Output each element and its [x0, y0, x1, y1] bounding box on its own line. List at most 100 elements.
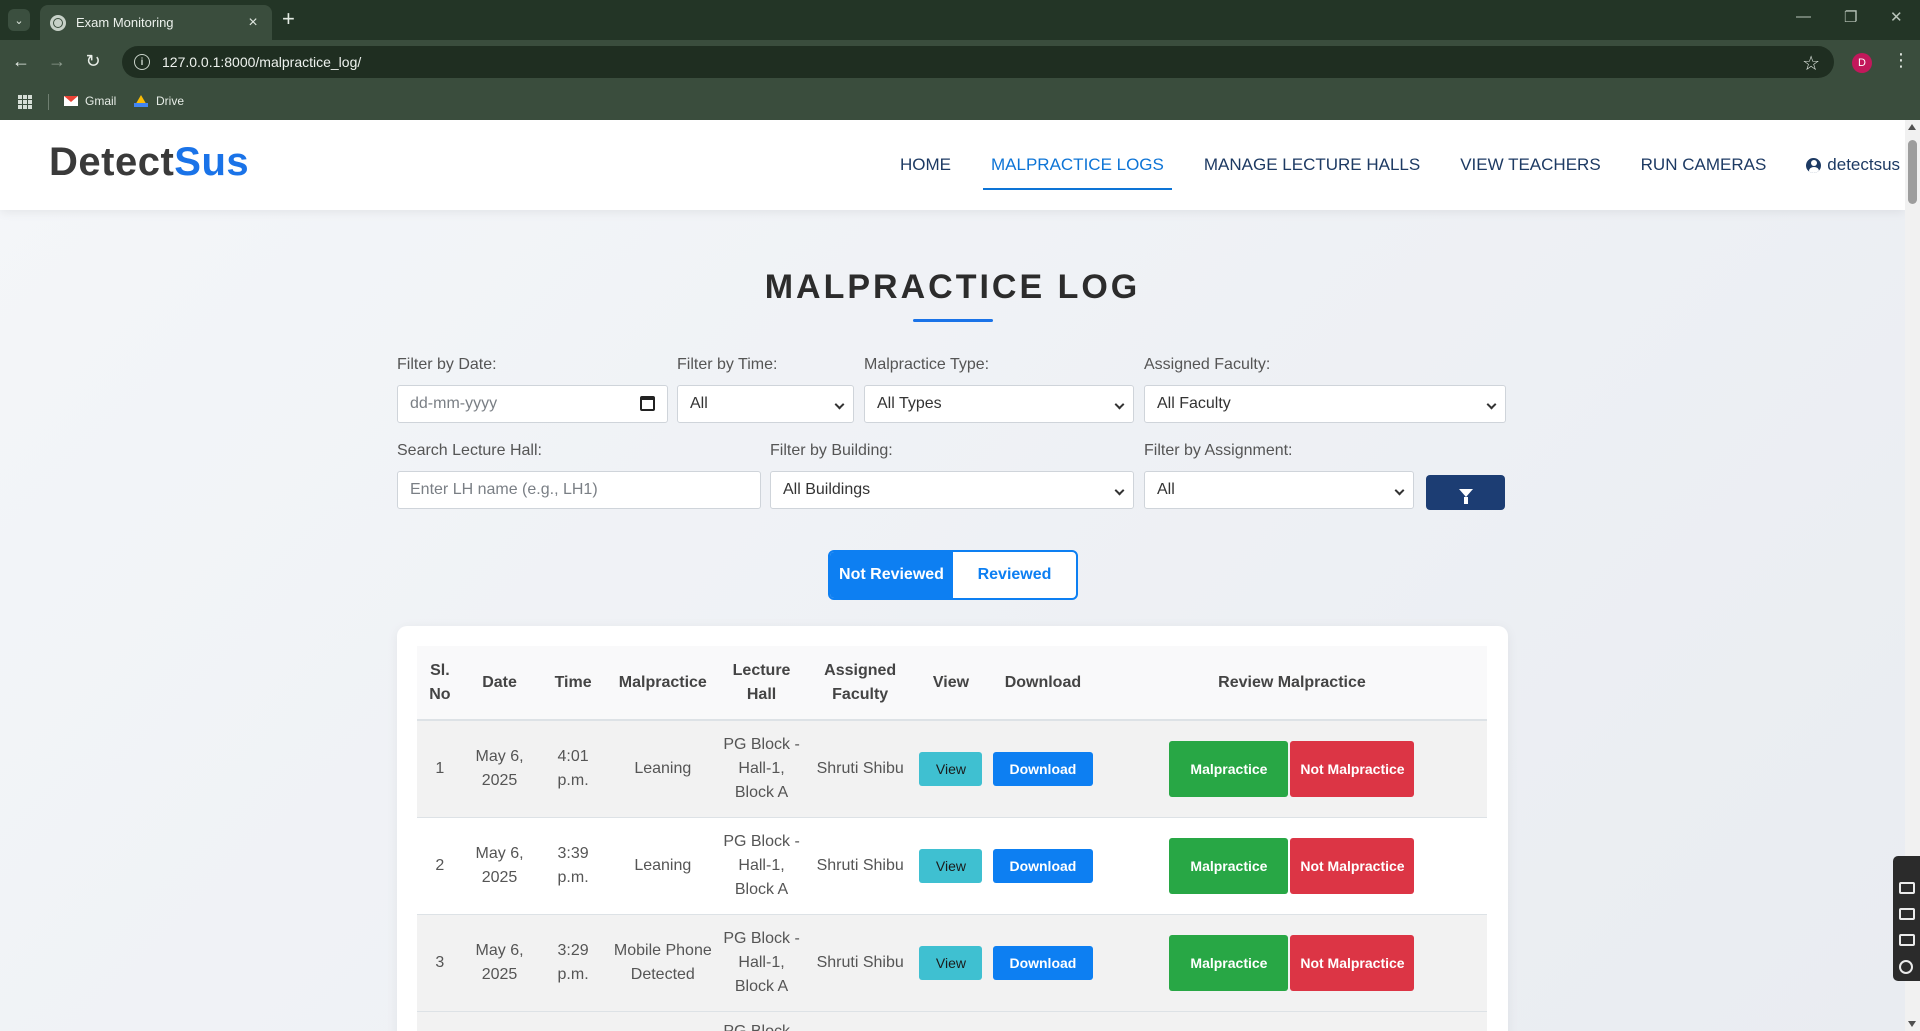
cell-faculty: Shruti Shibu	[807, 720, 913, 818]
table-row-partial: PG Block -	[417, 1011, 1487, 1031]
bookmarks-divider	[48, 94, 49, 110]
url-text: 127.0.0.1:8000/malpractice_log/	[162, 54, 362, 70]
hall-search-label: Search Lecture Hall:	[397, 442, 542, 459]
mark-malpractice-button[interactable]: Malpractice	[1169, 934, 1289, 991]
new-tab-icon[interactable]: +	[282, 8, 295, 30]
calendar-icon[interactable]	[640, 396, 655, 411]
assignment-filter-select[interactable]: All	[1144, 471, 1414, 509]
browser-toolbar: ← → ↻ i 127.0.0.1:8000/malpractice_log/ …	[0, 40, 1920, 84]
tab-search-chevron-icon[interactable]: ⌄	[8, 9, 30, 31]
mark-malpractice-button[interactable]: Malpractice	[1169, 740, 1289, 797]
chevron-down-icon	[1394, 485, 1405, 496]
bookmark-label: Gmail	[85, 94, 117, 108]
col-header-time: Time	[536, 646, 610, 721]
reviewed-tab[interactable]: Reviewed	[953, 552, 1076, 598]
filter-funnel-icon	[1458, 488, 1473, 504]
malpractice-table: Sl. No Date Time Malpractice Lecture Hal…	[417, 646, 1487, 1031]
type-filter-label: Malpractice Type:	[864, 356, 990, 373]
nav-manage-lecture-halls[interactable]: MANAGE LECTURE HALLS	[1204, 120, 1420, 210]
cell-malpractice: Mobile Phone Detected	[609, 914, 716, 1012]
address-bar[interactable]: i 127.0.0.1:8000/malpractice_log/ ☆	[122, 46, 1834, 78]
user-menu-dropdown[interactable]: detectsus	[1806, 155, 1905, 175]
tab-title: Exam Monitoring	[76, 15, 174, 30]
browser-menu-icon[interactable]: ⋮	[1892, 50, 1910, 71]
scroll-up-icon[interactable]	[1908, 124, 1916, 130]
globe-icon	[50, 14, 66, 31]
bookmark-drive[interactable]: Drive	[134, 94, 184, 108]
mark-not-malpractice-button[interactable]: Not Malpractice	[1290, 740, 1415, 797]
cell-date: May 6, 2025	[462, 914, 537, 1012]
review-status-toggle: Not Reviewed Reviewed	[828, 550, 1078, 600]
site-navbar: DetectSus HOME MALPRACTICE LOGS MANAGE L…	[0, 120, 1905, 210]
window-icon[interactable]	[1899, 934, 1915, 946]
mark-not-malpractice-button[interactable]: Not Malpractice	[1290, 837, 1415, 894]
building-filter-select[interactable]: All Buildings	[770, 471, 1134, 509]
table-row: 3 May 6, 2025 3:29 p.m. Mobile Phone Det…	[417, 914, 1487, 1012]
download-button[interactable]: Download	[992, 751, 1093, 786]
chevron-down-icon	[834, 399, 845, 410]
chevron-down-icon	[1114, 485, 1125, 496]
type-filter-select[interactable]: All Types	[864, 385, 1134, 423]
cell-time: 3:39 p.m.	[536, 817, 610, 915]
log-table-card: Sl. No Date Time Malpractice Lecture Hal…	[397, 626, 1508, 1031]
apps-grid-icon[interactable]	[18, 95, 32, 109]
browser-tab[interactable]: Exam Monitoring ×	[40, 5, 272, 40]
forward-arrow-icon[interactable]: →	[46, 51, 68, 71]
apply-filter-button[interactable]	[1426, 475, 1505, 510]
cell-date: May 6, 2025	[462, 817, 537, 915]
download-button[interactable]: Download	[992, 848, 1093, 883]
cell-lecture-hall: PG Block - Hall-1, Block A	[715, 720, 808, 818]
date-filter-input[interactable]: dd-mm-yyyy	[397, 385, 668, 423]
col-header-date: Date	[462, 646, 537, 721]
time-filter-value: All	[690, 395, 708, 412]
tab-close-icon[interactable]: ×	[244, 14, 262, 32]
cell-download: Download	[988, 817, 1097, 915]
building-filter-label: Filter by Building:	[770, 442, 893, 459]
time-filter-select[interactable]: All	[677, 385, 854, 423]
site-info-icon[interactable]: i	[134, 54, 150, 70]
back-arrow-icon[interactable]: ←	[10, 51, 32, 71]
view-button[interactable]: View	[919, 945, 983, 980]
hall-search-input[interactable]: Enter LH name (e.g., LH1)	[397, 471, 761, 509]
chevron-down-icon	[1486, 399, 1497, 410]
cell-sl-no: 1	[417, 720, 463, 818]
mark-malpractice-button[interactable]: Malpractice	[1169, 837, 1289, 894]
download-button[interactable]: Download	[992, 945, 1093, 980]
cell-date: May 6, 2025	[462, 720, 537, 818]
video-camera-icon[interactable]	[1899, 908, 1915, 920]
drive-icon	[134, 95, 148, 107]
restore-icon[interactable]: ❐	[1844, 8, 1857, 26]
not-reviewed-tab[interactable]: Not Reviewed	[830, 552, 953, 598]
minimize-icon[interactable]: —	[1796, 8, 1811, 25]
profile-avatar[interactable]: D	[1852, 53, 1872, 73]
faculty-filter-value: All Faculty	[1157, 395, 1231, 412]
extension-side-toolbar	[1893, 856, 1920, 981]
assignment-filter-label: Filter by Assignment:	[1144, 442, 1293, 459]
cell-faculty: Shruti Shibu	[807, 817, 913, 915]
building-filter-value: All Buildings	[783, 481, 871, 498]
date-filter-label: Filter by Date:	[397, 356, 497, 373]
window-close-icon[interactable]: ✕	[1890, 8, 1903, 26]
reload-icon[interactable]: ↻	[82, 51, 104, 71]
bookmark-star-icon[interactable]: ☆	[1802, 51, 1820, 76]
nav-malpractice-logs[interactable]: MALPRACTICE LOGS	[983, 120, 1172, 210]
cell-lecture-hall: PG Block - Hall-1, Block A	[715, 914, 808, 1012]
col-header-sl-no: Sl. No	[417, 646, 463, 721]
scroll-down-icon[interactable]	[1908, 1021, 1916, 1027]
faculty-filter-select[interactable]: All Faculty	[1144, 385, 1506, 423]
bookmark-gmail[interactable]: Gmail	[64, 94, 116, 108]
nav-home[interactable]: HOME	[900, 120, 951, 210]
nav-view-teachers[interactable]: VIEW TEACHERS	[1460, 120, 1600, 210]
brand-logo[interactable]: DetectSus	[49, 140, 249, 185]
view-button[interactable]: View	[919, 848, 983, 883]
gmail-icon	[64, 96, 78, 106]
camera-icon[interactable]	[1899, 882, 1915, 894]
col-header-faculty: Assigned Faculty	[807, 646, 913, 721]
mark-not-malpractice-button[interactable]: Not Malpractice	[1290, 934, 1415, 991]
view-button[interactable]: View	[919, 751, 983, 786]
col-header-malpractice: Malpractice	[609, 646, 716, 721]
gear-icon[interactable]	[1899, 960, 1913, 974]
table-row: 1 May 6, 2025 4:01 p.m. Leaning PG Block…	[417, 720, 1487, 818]
nav-run-cameras[interactable]: RUN CAMERAS	[1641, 120, 1767, 210]
scroll-thumb[interactable]	[1908, 140, 1917, 204]
